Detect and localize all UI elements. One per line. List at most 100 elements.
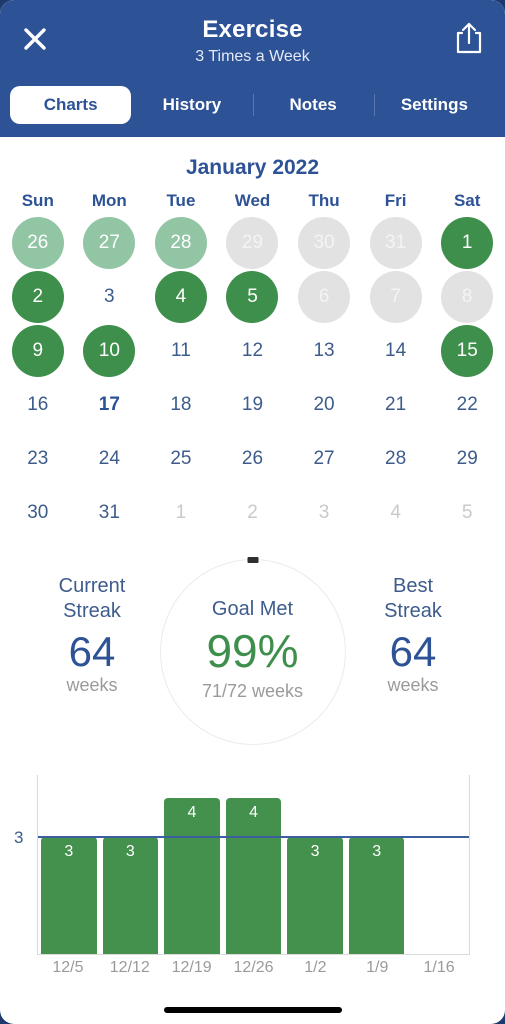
calendar-cell: 2 bbox=[2, 270, 74, 324]
calendar-day-1[interactable]: 1 bbox=[155, 487, 207, 539]
chart-bar-1/2[interactable]: 3 bbox=[287, 837, 343, 954]
calendar-cell: 26 bbox=[217, 432, 289, 486]
tab-history[interactable]: History bbox=[131, 86, 252, 124]
chart-bar-12/12[interactable]: 3 bbox=[102, 837, 159, 954]
calendar-day-10[interactable]: 10 bbox=[83, 325, 136, 377]
header-title-block: Exercise 3 Times a Week bbox=[0, 15, 505, 68]
calendar-day-17[interactable]: 17 bbox=[83, 379, 135, 431]
calendar-day-2[interactable]: 2 bbox=[226, 487, 278, 539]
chart-bar-12/26[interactable]: 4 bbox=[225, 798, 282, 954]
calendar-day-30[interactable]: 30 bbox=[298, 217, 351, 269]
calendar-cell: 16 bbox=[2, 378, 74, 432]
calendar-day-4[interactable]: 4 bbox=[370, 487, 422, 539]
calendar-day-grid: 26 27 28 29 30 31 1 2 3 4 5 6 7 8 9 10 11 12 13 14 15 16 17 18 1… bbox=[2, 216, 503, 540]
calendar-cell: 10 bbox=[74, 324, 146, 378]
calendar: January 2022 Sun Mon Tue Wed Thu Fri Sat 26 27 2… bbox=[0, 137, 505, 540]
calendar-day-3[interactable]: 3 bbox=[298, 487, 350, 539]
calendar-day-27[interactable]: 27 bbox=[83, 217, 136, 269]
tab-charts[interactable]: Charts bbox=[10, 86, 132, 124]
tab-notes[interactable]: Notes bbox=[252, 86, 374, 124]
calendar-cell: 28 bbox=[145, 216, 217, 270]
calendar-day-18[interactable]: 18 bbox=[155, 379, 207, 431]
page-title: Exercise bbox=[202, 16, 303, 43]
tab-bar: Charts History Notes Settings bbox=[0, 86, 505, 137]
calendar-cell: 22 bbox=[431, 378, 503, 432]
calendar-day-5[interactable]: 5 bbox=[441, 487, 493, 539]
chart-goal-line bbox=[38, 836, 469, 839]
calendar-day-31[interactable]: 31 bbox=[369, 217, 422, 269]
calendar-day-24[interactable]: 24 bbox=[83, 433, 135, 485]
calendar-weekday-mon: Mon bbox=[91, 191, 127, 210]
calendar-cell: 29 bbox=[217, 216, 289, 270]
best-streak-label-line1: Best bbox=[392, 575, 434, 597]
calendar-cell: 5 bbox=[217, 270, 289, 324]
calendar-day-19[interactable]: 19 bbox=[226, 379, 278, 431]
calendar-month-label: January 2022 bbox=[185, 156, 320, 179]
calendar-day-29[interactable]: 29 bbox=[441, 433, 493, 485]
calendar-cell: 26 bbox=[2, 216, 74, 270]
calendar-cell: 27 bbox=[288, 432, 360, 486]
calendar-cell: 18 bbox=[145, 378, 217, 432]
chart-bar-value: 3 bbox=[64, 843, 74, 861]
calendar-day-28[interactable]: 28 bbox=[370, 433, 422, 485]
calendar-day-28[interactable]: 28 bbox=[154, 217, 207, 269]
calendar-day-21[interactable]: 21 bbox=[370, 379, 422, 431]
share-icon[interactable] bbox=[451, 18, 487, 58]
calendar-day-31[interactable]: 31 bbox=[83, 487, 135, 539]
current-streak-label-line2: Streak bbox=[63, 600, 121, 622]
tab-settings-label: Settings bbox=[400, 95, 468, 114]
calendar-day-11[interactable]: 11 bbox=[155, 325, 207, 377]
calendar-day-30[interactable]: 30 bbox=[12, 487, 64, 539]
calendar-day-20[interactable]: 20 bbox=[298, 379, 350, 431]
calendar-cell: 6 bbox=[288, 270, 360, 324]
calendar-day-26[interactable]: 26 bbox=[11, 217, 64, 269]
chart-bar-slot: 3 bbox=[284, 775, 346, 954]
chart-bar-12/5[interactable]: 3 bbox=[41, 837, 97, 954]
calendar-day-16[interactable]: 16 bbox=[12, 379, 64, 431]
tab-charts-label: Charts bbox=[43, 95, 98, 114]
calendar-day-27[interactable]: 27 bbox=[298, 433, 350, 485]
calendar-cell: 20 bbox=[288, 378, 360, 432]
calendar-weekday-sun: Sun bbox=[21, 191, 54, 210]
calendar-cell: 11 bbox=[145, 324, 217, 378]
calendar-day-14[interactable]: 14 bbox=[370, 325, 422, 377]
calendar-day-3[interactable]: 3 bbox=[83, 271, 135, 323]
calendar-cell: 30 bbox=[288, 216, 360, 270]
chart-x-axis-labels: 12/5 12/12 12/19 12/26 1/2 1/9 1/16 bbox=[37, 959, 470, 977]
app-header: Exercise 3 Times a Week Charts History N… bbox=[0, 0, 505, 137]
calendar-day-15[interactable]: 15 bbox=[441, 325, 494, 377]
page-subtitle: 3 Times a Week bbox=[195, 48, 310, 65]
tab-settings[interactable]: Settings bbox=[373, 86, 495, 124]
current-streak-unit: weeks bbox=[66, 675, 118, 695]
best-streak-stat: Best Streak 64 weeks bbox=[343, 574, 483, 696]
calendar-day-7[interactable]: 7 bbox=[369, 271, 422, 323]
chart-goal-axis-label: 3 bbox=[14, 827, 24, 847]
calendar-day-4[interactable]: 4 bbox=[154, 271, 207, 323]
calendar-cell: 3 bbox=[74, 270, 146, 324]
chart-bar-12/19[interactable]: 4 bbox=[164, 798, 220, 954]
calendar-day-12[interactable]: 12 bbox=[226, 325, 278, 377]
calendar-day-8[interactable]: 8 bbox=[441, 271, 494, 323]
chart-bar-value: 4 bbox=[249, 804, 258, 822]
calendar-day-13[interactable]: 13 bbox=[298, 325, 350, 377]
calendar-day-6[interactable]: 6 bbox=[298, 271, 351, 323]
chart-bar-1/9[interactable]: 3 bbox=[348, 837, 405, 954]
calendar-day-9[interactable]: 9 bbox=[11, 325, 64, 377]
calendar-weekday-fri: Fri bbox=[384, 191, 407, 210]
calendar-day-29[interactable]: 29 bbox=[226, 217, 279, 269]
calendar-day-25[interactable]: 25 bbox=[155, 433, 207, 485]
calendar-day-26[interactable]: 26 bbox=[226, 433, 278, 485]
calendar-day-5[interactable]: 5 bbox=[226, 271, 279, 323]
calendar-day-23[interactable]: 23 bbox=[12, 433, 64, 485]
calendar-cell: 8 bbox=[431, 270, 503, 324]
calendar-day-1[interactable]: 1 bbox=[441, 217, 494, 269]
chart-bar-slot: 3 bbox=[38, 775, 100, 954]
calendar-day-22[interactable]: 22 bbox=[441, 379, 493, 431]
calendar-weekday-header: Sun Mon Tue Wed Thu Fri Sat bbox=[2, 190, 503, 212]
chart-x-label-1/9: 1/9 bbox=[366, 959, 389, 976]
chart-bar-value: 4 bbox=[187, 804, 197, 822]
best-streak-label-line2: Streak bbox=[384, 600, 442, 622]
calendar-day-2[interactable]: 2 bbox=[11, 271, 64, 323]
chart-x-label-12/5: 12/5 bbox=[52, 959, 84, 976]
stats-section: Current Streak 64 weeks Goal Met 99% 71/… bbox=[0, 554, 505, 749]
